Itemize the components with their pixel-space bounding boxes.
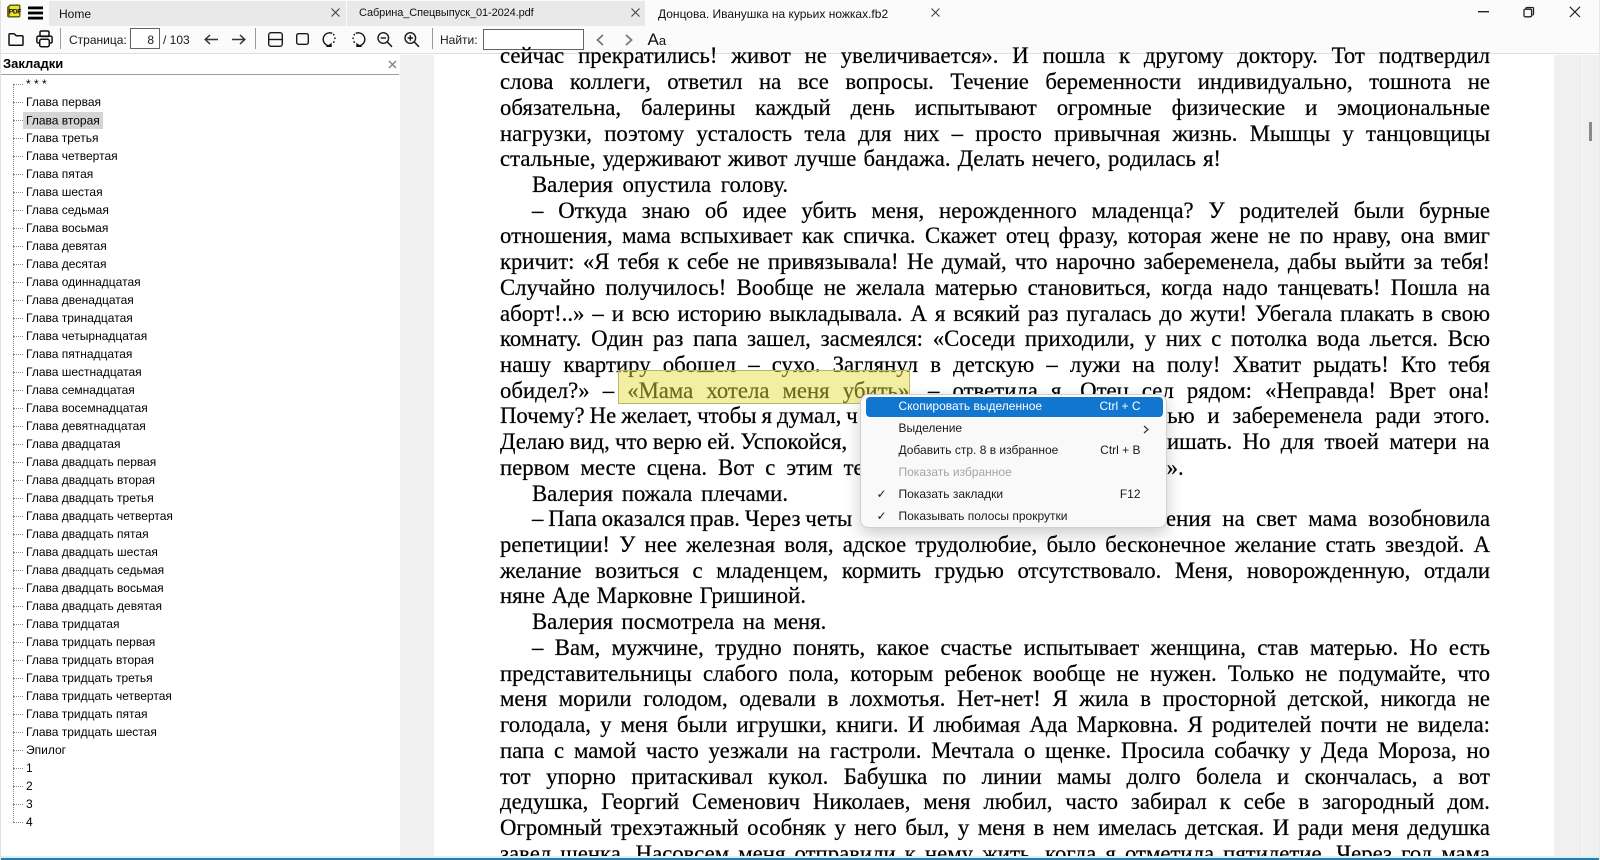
svg-text:PDF: PDF xyxy=(9,9,21,16)
